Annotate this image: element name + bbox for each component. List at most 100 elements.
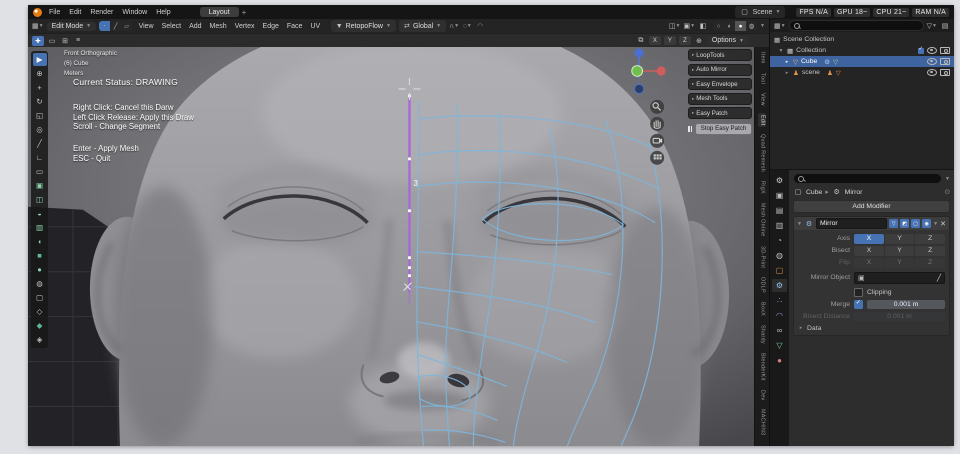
show-render-toggle[interactable]: ◉ [922,219,932,228]
show-realtime-toggle[interactable]: ▢ [911,219,921,228]
disable-render-icon[interactable] [940,57,950,66]
viewport-canvas[interactable]: 3 ▶ ⊕ + ↻ ◱ ◎ ╱ ∟ ▭ ▣ ◫ ◒ ▥ ◖ ■ ● ◍ ▢ ◇ … [28,47,769,446]
viewport-menu-item[interactable]: Face [283,22,306,31]
collapse-arrow-icon[interactable]: ▼ [797,221,802,227]
outliner-row-collection[interactable]: ▼ ▦ Collection [770,45,954,56]
expand-arrow-icon[interactable]: ▸ [784,70,790,76]
viewport-menu-item[interactable]: Add [186,22,205,31]
merge-checkbox[interactable] [854,299,863,309]
properties-tab[interactable]: ◠ [772,309,787,322]
menu-item[interactable]: Help [152,8,174,17]
gizmo-x-axis[interactable] [656,66,666,76]
viewport-3d-render[interactable]: 3 [28,47,769,446]
retopoflow-dropdown[interactable]: ▼ RetopoFlow ▼ [330,20,396,32]
tool-button[interactable]: + [33,81,47,94]
overlays-toggle-icon[interactable]: ▣ ▼ [683,21,695,31]
outliner-row-scene-collection[interactable]: ▦ Scene Collection [770,34,954,45]
properties-tab[interactable]: ▤ [772,204,787,217]
gizmo-z-axis[interactable] [634,48,644,58]
pin-icon[interactable]: ⊙ [944,188,950,196]
tool-button[interactable]: ◱ [33,109,47,122]
properties-tab[interactable]: ◔ [772,234,787,247]
properties-search[interactable] [793,173,943,184]
viewport-menu-item[interactable]: View [135,22,157,31]
tool-button[interactable]: ▢ [33,291,47,304]
tool-option-icon-1[interactable]: ▭ [47,36,57,46]
bisect-distance-field[interactable]: 0.001 m [854,311,945,321]
editor-type-icon[interactable]: ▦ ▼ [32,21,44,31]
npanel-tab[interactable]: Dev [758,388,766,403]
tool-button[interactable]: ◎ [33,123,47,136]
npanel-tab[interactable]: BlenderKit [758,351,766,383]
tool-button[interactable]: ◒ [33,207,47,220]
tool-button[interactable]: ■ [33,249,47,262]
mode-dropdown[interactable]: Edit Mode ▼ [46,21,97,31]
properties-tab[interactable]: ▽ [772,339,787,352]
npanel-tab[interactable]: Tool [758,71,766,86]
properties-tab[interactable]: ▥ [772,219,787,232]
tool-button[interactable]: ▭ [33,165,47,178]
blender-logo-icon[interactable] [33,7,42,17]
disable-render-icon[interactable] [940,68,950,77]
breadcrumb-modifier[interactable]: Mirror [845,189,863,196]
properties-tab[interactable]: ▢ [772,264,787,277]
menu-item[interactable]: Render [86,8,117,17]
clipping-checkbox[interactable] [854,288,863,297]
properties-tab[interactable]: ⚙ [772,174,787,187]
breadcrumb-object[interactable]: Cube [806,189,822,196]
pan-hand-button[interactable] [650,116,665,131]
properties-tab[interactable]: ⚙ [772,279,787,292]
stop-easy-patch-button[interactable]: Stop Easy Patch [695,122,752,135]
mirror-x-toggle[interactable]: X [648,36,661,45]
bisect-y-button[interactable]: Y [884,246,915,256]
collection-checkbox[interactable] [918,46,924,54]
axis-y-button[interactable]: Y [884,234,915,244]
viewport-menu-item[interactable]: UV [307,22,324,31]
npanel-section-header[interactable]: Easy Envelope [688,78,752,90]
mirror-object-field[interactable]: ▣ ╱ [854,272,945,284]
properties-tab[interactable]: ◍ [772,249,787,262]
npanel-section-header[interactable]: LoopTools [688,49,752,61]
face-select-button[interactable]: ▱ [121,21,132,31]
new-collection-icon[interactable]: ▤ [940,21,950,31]
tool-button[interactable]: ◫ [33,193,47,206]
properties-tab[interactable]: ∞ [772,324,787,337]
npanel-tab[interactable]: Mesh Online [758,201,766,239]
properties-tab[interactable]: ▣ [772,189,787,202]
npanel-tab[interactable]: Quad Remesh [758,132,766,174]
disable-render-icon[interactable] [940,46,950,55]
properties-search-input[interactable] [807,175,938,182]
npanel-tab[interactable]: Shardy [758,323,766,346]
hide-eye-icon[interactable] [927,69,937,76]
tool-button[interactable]: ╱ [33,137,47,150]
tool-button[interactable]: ◍ [33,277,47,290]
tool-button[interactable]: ◖ [33,235,47,248]
menu-item[interactable]: File [45,8,64,17]
axis-z-button[interactable]: Z [915,234,946,244]
snap-magnet-icon[interactable]: ∩ ▼ [449,21,459,31]
merge-value-field[interactable]: 0.001 m [867,299,945,309]
bisect-x-button[interactable]: X [854,246,884,256]
npanel-tab[interactable]: Item [758,50,766,66]
npanel-tab[interactable]: MACHIN3 [758,407,766,437]
extras-dropdown-icon[interactable]: ▼ [933,221,938,227]
expand-arrow-icon[interactable]: ▼ [778,48,784,54]
outliner-row-cube[interactable]: ▸ ▽ Cube ⚙ ▽ [770,56,954,67]
orientation-dropdown[interactable]: ⇄ Global ▼ [398,20,447,32]
npanel-section-header[interactable]: Auto Mirror [688,63,752,76]
gizmo-y-axis[interactable] [631,65,644,77]
flip-y-button[interactable]: Y [884,258,915,268]
modifier-name-field[interactable]: Mirror [815,218,888,229]
properties-tab[interactable]: ● [772,354,787,367]
solid-shading-button[interactable]: ◐ [724,21,735,31]
axis-x-button[interactable]: X [854,234,884,244]
shading-dropdown-icon[interactable]: ▼ [760,23,765,29]
options-dropdown[interactable]: Options ▼ [706,36,749,45]
tool-button[interactable]: ▥ [33,221,47,234]
npanel-section-header[interactable]: Mesh Tools [688,92,752,105]
tool-button[interactable]: ◇ [33,305,47,318]
show-in-editmode-toggle[interactable]: ◩ [900,219,910,228]
npanel-tab[interactable]: BoxX [758,300,766,318]
npanel-section-header[interactable]: Easy Patch [688,107,752,119]
add-workspace-button[interactable]: + [242,8,247,17]
